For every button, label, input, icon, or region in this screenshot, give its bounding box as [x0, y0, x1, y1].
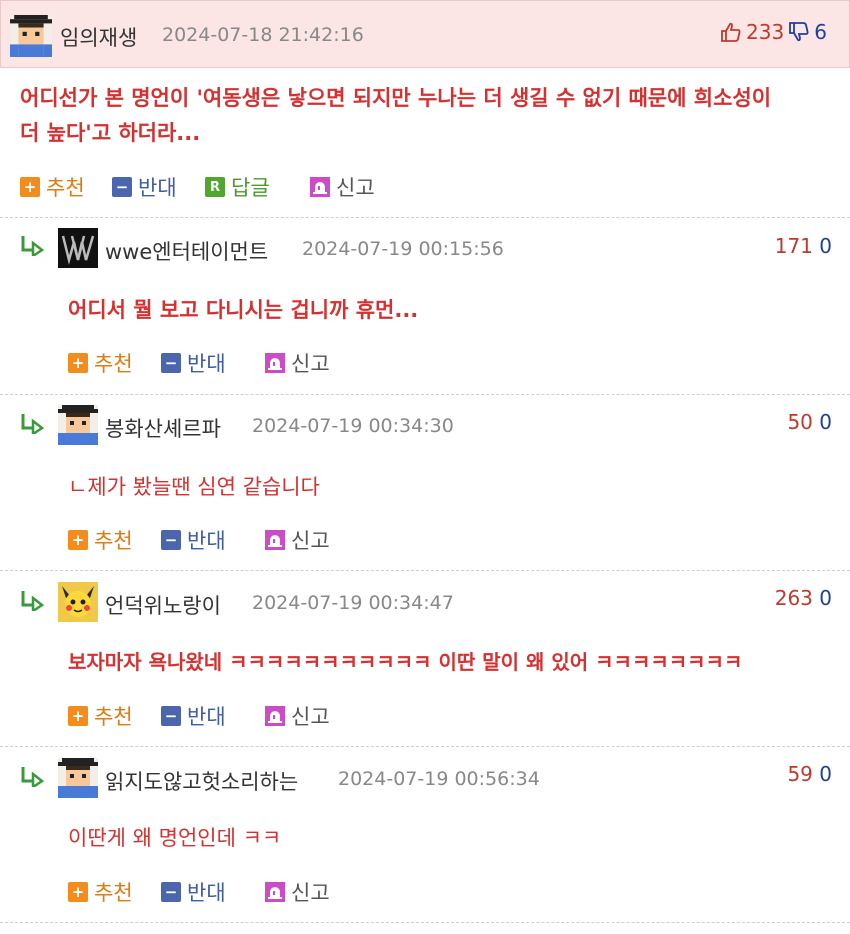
minus-icon: − — [161, 353, 181, 373]
comment-separator — [0, 570, 850, 571]
recommend-label: 추천 — [94, 352, 133, 376]
comment-text-line: 어디선가 본 명언이 '여동생은 낳으면 되지만 누나는 더 생길 수 없기 때… — [20, 86, 772, 110]
comment-text: 어디서 뭘 보고 다니시는 겁니까 휴먼... — [68, 298, 419, 322]
author-name[interactable]: 봉화산셰르파 — [105, 413, 221, 443]
plus-icon: + — [68, 706, 88, 726]
oppose-label: 반대 — [187, 881, 226, 905]
author-name[interactable]: 읽지도않고헛소리하는 — [105, 766, 298, 796]
downvote-count: 0 — [819, 586, 832, 610]
siren-icon — [265, 530, 285, 550]
user-avatar[interactable] — [58, 405, 98, 445]
oppose-button[interactable]: − 반대 — [161, 879, 226, 905]
recommend-label: 추천 — [94, 881, 133, 905]
comment-separator — [0, 746, 850, 747]
recommend-button[interactable]: + 추천 — [20, 174, 85, 200]
vote-counts: 50 0 — [787, 410, 832, 434]
recommend-button[interactable]: + 추천 — [68, 703, 133, 729]
reply-arrow-icon — [20, 234, 46, 256]
recommend-button[interactable]: + 추천 — [68, 527, 133, 553]
reply-button[interactable]: R 답글 — [205, 174, 270, 200]
comment-separator — [0, 922, 850, 923]
recommend-label: 추천 — [46, 176, 85, 200]
recommend-label: 추천 — [94, 705, 133, 729]
user-avatar[interactable] — [10, 15, 52, 57]
siren-icon — [265, 882, 285, 902]
reply-arrow-icon — [20, 765, 46, 787]
recommend-button[interactable]: + 추천 — [68, 879, 133, 905]
report-label: 신고 — [291, 529, 330, 553]
thumbs-up-icon[interactable] — [720, 21, 742, 43]
comment-datetime: 2024-07-19 00:15:56 — [302, 238, 504, 260]
report-label: 신고 — [336, 176, 375, 200]
minus-icon: − — [161, 530, 181, 550]
report-label: 신고 — [291, 881, 330, 905]
upvote-count: 59 — [787, 762, 813, 786]
siren-icon — [265, 706, 285, 726]
minus-icon: − — [161, 882, 181, 902]
reply-arrow-icon — [20, 412, 46, 434]
upvote-count: 50 — [787, 410, 813, 434]
report-button[interactable]: 신고 — [265, 703, 330, 729]
oppose-label: 반대 — [138, 176, 177, 200]
r-icon: R — [205, 177, 225, 197]
recommend-label: 추천 — [94, 529, 133, 553]
oppose-label: 반대 — [187, 705, 226, 729]
siren-icon — [265, 353, 285, 373]
author-name[interactable]: 언덕위노랑이 — [105, 590, 221, 620]
vote-counts: 233 6 — [720, 20, 827, 44]
user-avatar[interactable] — [58, 758, 98, 798]
recommend-button[interactable]: + 추천 — [68, 350, 133, 376]
report-button[interactable]: 신고 — [265, 879, 330, 905]
comment-text: ㄴ제가 봤늘땐 심연 같습니다 — [68, 475, 320, 499]
comment-text-line: 더 높다'고 하더라... — [20, 121, 201, 145]
minus-icon: − — [161, 706, 181, 726]
plus-icon: + — [68, 882, 88, 902]
comment-datetime: 2024-07-19 00:34:47 — [252, 592, 454, 614]
report-button[interactable]: 신고 — [265, 527, 330, 553]
oppose-label: 반대 — [187, 529, 226, 553]
user-avatar[interactable] — [58, 228, 98, 268]
report-button[interactable]: 신고 — [265, 350, 330, 376]
comment-text: 이딴게 왜 명언인데 ㅋㅋ — [68, 826, 282, 850]
thumbs-down-icon[interactable] — [788, 21, 810, 43]
author-name[interactable]: wwe엔터테이먼트 — [105, 236, 268, 266]
upvote-count: 263 — [774, 586, 813, 610]
comment-separator — [0, 217, 850, 218]
reply-label: 답글 — [231, 176, 270, 200]
comment-datetime: 2024-07-18 21:42:16 — [162, 24, 364, 46]
oppose-button[interactable]: − 반대 — [161, 527, 226, 553]
downvote-count: 6 — [814, 20, 827, 44]
reply-arrow-icon — [20, 589, 46, 611]
downvote-count: 0 — [819, 410, 832, 434]
author-name[interactable]: 임의재생 — [60, 22, 137, 52]
user-avatar[interactable] — [58, 582, 98, 622]
minus-icon: − — [112, 177, 132, 197]
upvote-count: 233 — [746, 20, 785, 44]
comment-datetime: 2024-07-19 00:34:30 — [252, 415, 454, 437]
plus-icon: + — [20, 177, 40, 197]
vote-counts: 59 0 — [787, 762, 832, 786]
report-label: 신고 — [291, 352, 330, 376]
comment-separator — [0, 394, 850, 395]
oppose-label: 반대 — [187, 352, 226, 376]
upvote-count: 171 — [774, 234, 813, 258]
vote-counts: 171 0 — [775, 234, 832, 258]
comment-text: 보자마자 욕나왔네 ㅋㅋㅋㅋㅋㅋㅋㅋㅋㅋㅋ 이딴 말이 왜 있어 ㅋㅋㅋㅋㅋㅋㅋ… — [68, 650, 743, 674]
oppose-button[interactable]: − 반대 — [161, 703, 226, 729]
vote-counts: 263 0 — [775, 586, 832, 610]
siren-icon — [310, 177, 330, 197]
oppose-button[interactable]: − 반대 — [112, 174, 177, 200]
report-label: 신고 — [291, 705, 330, 729]
plus-icon: + — [68, 353, 88, 373]
comment-datetime: 2024-07-19 00:56:34 — [338, 768, 540, 790]
plus-icon: + — [68, 530, 88, 550]
oppose-button[interactable]: − 반대 — [161, 350, 226, 376]
report-button[interactable]: 신고 — [310, 174, 375, 200]
downvote-count: 0 — [819, 234, 832, 258]
downvote-count: 0 — [819, 762, 832, 786]
